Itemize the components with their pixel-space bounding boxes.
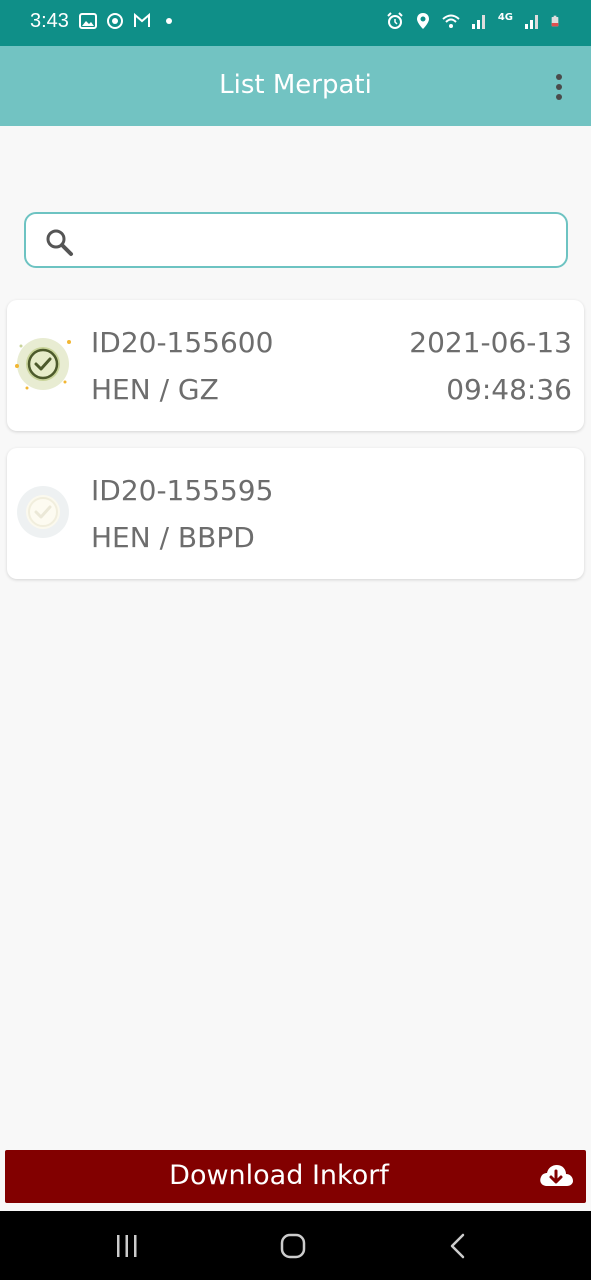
image-icon	[79, 13, 97, 29]
signal-icon	[471, 15, 485, 29]
status-bar: 3:43 4G	[0, 0, 591, 46]
status-time: 3:43	[30, 10, 69, 32]
download-button-label: Download Inkorf	[169, 1160, 389, 1191]
alarm-icon	[387, 12, 403, 29]
more-vert-icon[interactable]	[550, 72, 570, 102]
location-icon	[416, 13, 429, 29]
download-button[interactable]: Download Inkorf	[5, 1150, 586, 1203]
battery-icon	[551, 15, 559, 27]
status-notification-icons	[79, 12, 178, 30]
4g-icon: 4G	[497, 12, 513, 23]
item-time: 09:48:36	[446, 373, 572, 406]
check-badge-faded-icon	[17, 486, 69, 538]
search-input[interactable]	[92, 222, 552, 258]
signal-icon	[525, 15, 538, 29]
recents-icon[interactable]	[114, 1233, 140, 1259]
search-icon	[46, 229, 73, 256]
item-date: 2021-06-13	[409, 326, 572, 359]
page-title: List Merpati	[219, 70, 372, 100]
sync-icon	[107, 13, 123, 29]
back-icon[interactable]	[447, 1232, 469, 1260]
status-system-icons: 4G	[386, 12, 563, 30]
list-item[interactable]: ID20-155595 HEN / BBPD	[7, 448, 584, 579]
item-id: ID20-155600	[91, 326, 274, 359]
app-bar: List Merpati	[0, 46, 591, 126]
system-nav-bar	[0, 1211, 591, 1280]
item-id: ID20-155595	[91, 474, 274, 507]
item-subtitle: HEN / GZ	[91, 373, 219, 406]
wifi-icon	[442, 14, 460, 28]
cloud-download-icon	[540, 1165, 573, 1186]
dot-icon	[166, 18, 172, 24]
home-icon[interactable]	[279, 1232, 307, 1260]
list-item[interactable]: ID20-155600 HEN / GZ 2021-06-13 09:48:36	[7, 300, 584, 431]
gmail-icon	[134, 12, 150, 27]
check-badge-icon	[15, 338, 71, 390]
item-subtitle: HEN / BBPD	[91, 521, 255, 554]
search-bar[interactable]	[24, 212, 568, 268]
